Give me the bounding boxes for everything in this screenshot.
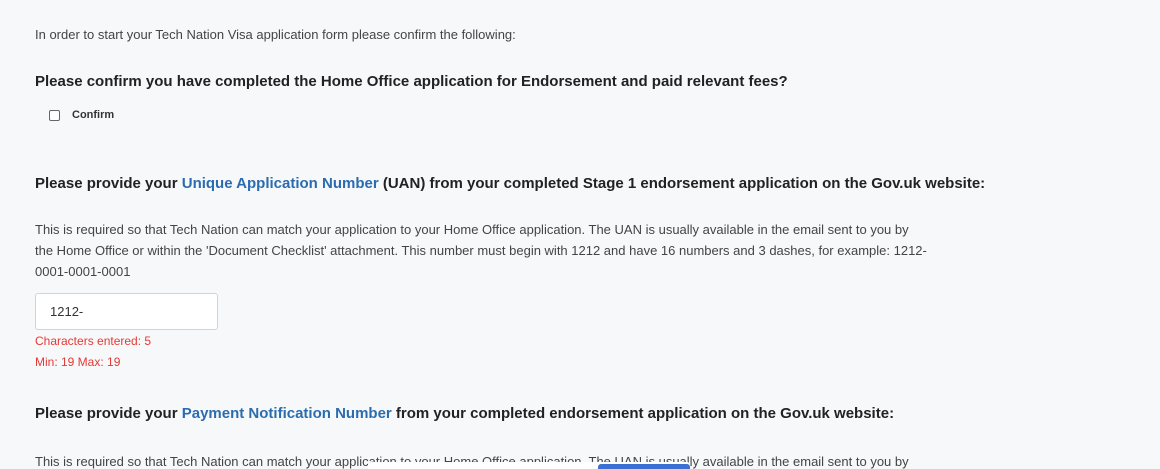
uan-input[interactable]: 1212- [35, 293, 218, 330]
question-payment-number: Please provide your Payment Notification… [35, 405, 894, 422]
uan-help-line-2: the Home Office or within the 'Document … [35, 243, 927, 258]
question-payment-prefix: Please provide your [35, 405, 182, 422]
floating-toolbar-button[interactable] [598, 464, 690, 469]
uan-link[interactable]: Unique Application Number [182, 175, 379, 192]
confirm-label: Confirm [72, 109, 115, 121]
tech-nation-visa-form: In order to start your Tech Nation Visa … [0, 0, 1160, 469]
confirm-checkbox-row[interactable]: Confirm [49, 109, 114, 121]
question-uan-prefix: Please provide your [35, 175, 182, 192]
payment-notification-link[interactable]: Payment Notification Number [182, 405, 392, 422]
uan-help-text: This is required so that Tech Nation can… [35, 219, 1045, 282]
min-max-message: Min: 19 Max: 19 [35, 355, 121, 369]
uan-help-line-1: This is required so that Tech Nation can… [35, 222, 909, 237]
question-endorsement-fees: Please confirm you have completed the Ho… [35, 73, 788, 90]
question-uan: Please provide your Unique Application N… [35, 175, 985, 192]
question-payment-suffix: from your completed endorsement applicat… [391, 405, 895, 422]
uan-help-line-3: 0001-0001-0001 [35, 264, 131, 279]
intro-text: In order to start your Tech Nation Visa … [35, 27, 516, 42]
confirm-checkbox[interactable] [49, 109, 60, 121]
question-uan-suffix: (UAN) from your completed Stage 1 endors… [378, 175, 986, 192]
characters-entered-message: Characters entered: 5 [35, 334, 152, 348]
